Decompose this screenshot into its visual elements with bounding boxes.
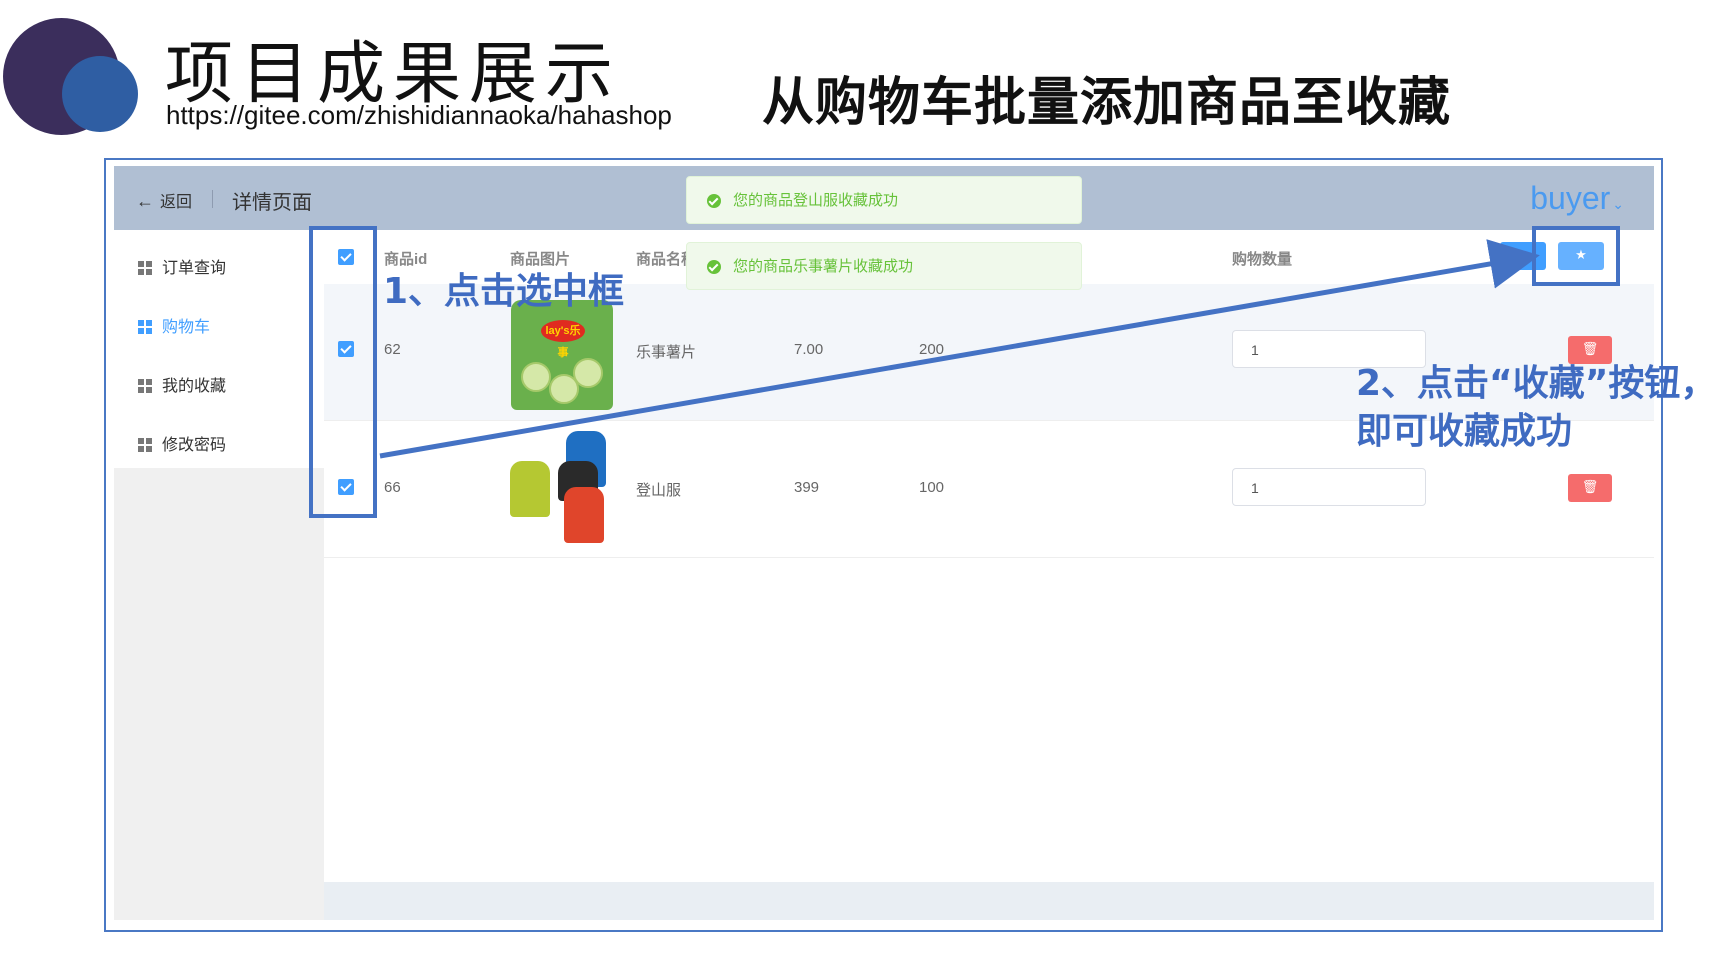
step2-annotation-line1: 2、点击“收藏”按钮， bbox=[1356, 363, 1717, 404]
annotation-arrow bbox=[379, 239, 1540, 459]
step2-annotation-line2: 即可收藏成功 bbox=[1356, 411, 1573, 452]
step1-annotation: 1、点击选中框 bbox=[383, 271, 625, 312]
